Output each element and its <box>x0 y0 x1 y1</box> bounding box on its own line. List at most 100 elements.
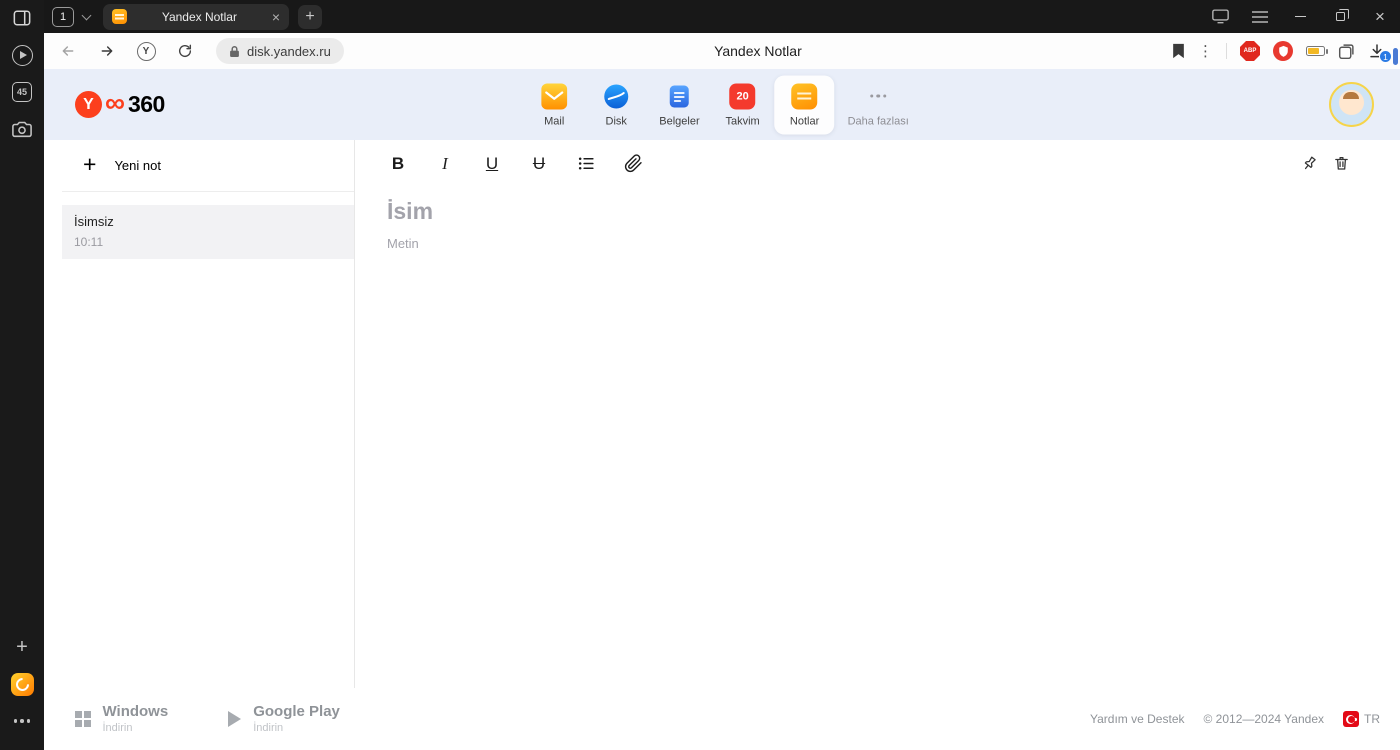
yandex-protect-icon: Y <box>136 41 156 61</box>
note-actions <box>1301 154 1350 172</box>
copy-panels-icon <box>1338 43 1354 59</box>
store-title: Google Play <box>253 702 340 720</box>
delete-note-button[interactable] <box>1333 154 1350 172</box>
google-play-icon <box>228 711 242 727</box>
mail-icon <box>541 83 568 109</box>
menu-button[interactable] <box>1240 0 1280 33</box>
minimize-icon <box>1294 16 1306 17</box>
nav-label: Daha fazlası <box>847 115 909 127</box>
nav-label: Mail <box>544 115 565 127</box>
nav-item-mail[interactable]: Mail <box>524 75 584 134</box>
note-title: İsimsiz <box>74 214 114 229</box>
arrow-right-icon <box>101 46 113 56</box>
shield-extension-button[interactable] <box>1273 41 1293 61</box>
help-link[interactable]: Yardım ve Destek <box>1090 712 1184 726</box>
cast-button[interactable] <box>1200 0 1240 33</box>
lock-icon <box>230 45 239 57</box>
tab-close-icon[interactable]: × <box>272 10 280 24</box>
notes-favicon-icon <box>112 9 127 24</box>
store-title: Windows <box>102 702 169 720</box>
infinity-icon: ∞ <box>105 87 125 119</box>
back-button[interactable] <box>56 43 80 59</box>
yandex-360-logo[interactable]: Y ∞ 360 <box>75 87 165 119</box>
user-avatar[interactable] <box>1329 82 1374 127</box>
language-code: TR <box>1364 712 1380 726</box>
strip-more-button[interactable] <box>8 707 36 735</box>
new-tab-button[interactable]: + <box>298 4 322 29</box>
nav-item-notlar[interactable]: Notlar <box>774 75 835 134</box>
plus-icon: + <box>16 636 28 658</box>
tab-title: Yandex Notlar <box>161 9 237 24</box>
refresh-icon <box>178 44 192 57</box>
adblock-plus-extension-button[interactable]: ABP <box>1240 41 1260 61</box>
nav-label: Disk <box>605 115 627 127</box>
hamburger-icon <box>1252 10 1268 23</box>
battery-button[interactable] <box>1306 46 1328 56</box>
display-icon <box>1211 9 1229 24</box>
disk-icon <box>603 83 629 109</box>
bold-button[interactable]: B <box>387 155 409 172</box>
trash-icon <box>1335 157 1348 170</box>
toolbar-menu-button[interactable]: ⋮ <box>1198 44 1213 59</box>
panels-button[interactable] <box>1338 43 1355 60</box>
windows-download-link[interactable]: Windows İndirin <box>75 702 169 735</box>
services-nav: Mail Disk Belgeler 20 Takvim Notlar Daha… <box>524 75 920 134</box>
yandex-browser-button[interactable] <box>8 670 36 698</box>
page-footer: Windows İndirin Google Play İndirin Yard… <box>44 688 1400 750</box>
yandex-logo-icon: Y <box>75 91 102 118</box>
new-note-button[interactable]: + Yeni not <box>62 140 354 192</box>
tabs-counter-button[interactable]: 45 <box>8 78 36 106</box>
underline-button[interactable]: U <box>481 155 503 172</box>
google-play-download-link[interactable]: Google Play İndirin <box>228 702 340 734</box>
forward-button[interactable] <box>95 43 119 59</box>
strip-add-button[interactable]: + <box>8 633 36 661</box>
sidebar-toggle-button[interactable] <box>8 4 36 32</box>
strikethrough-button[interactable]: U <box>528 155 550 172</box>
screenshot-button[interactable] <box>8 115 36 143</box>
pin-note-button[interactable] <box>1298 151 1322 175</box>
yandex-browser-icon <box>10 672 34 696</box>
downloads-button[interactable]: 1 <box>1368 42 1392 63</box>
close-window-button[interactable]: × <box>1360 0 1400 33</box>
footer-right: Yardım ve Destek © 2012—2024 Yandex TR <box>1090 711 1380 727</box>
store-subtitle: İndirin <box>102 722 133 735</box>
scrollbar-thumb[interactable] <box>1393 48 1398 65</box>
nav-item-belgeler[interactable]: Belgeler <box>648 75 710 134</box>
note-title-input[interactable]: İsim <box>387 198 1350 225</box>
note-body-input[interactable]: Metin <box>387 236 1350 251</box>
language-selector[interactable]: TR <box>1343 711 1380 727</box>
nav-label: Belgeler <box>659 115 700 127</box>
protect-button[interactable]: Y <box>134 41 158 61</box>
nav-item-more[interactable]: Daha fazlası <box>837 75 920 134</box>
nav-label: Notlar <box>789 115 820 127</box>
download-count-badge: 1 <box>1379 50 1392 63</box>
bullet-list-button[interactable] <box>575 154 597 173</box>
more-dots-icon <box>13 719 31 723</box>
play-button[interactable] <box>8 41 36 69</box>
sidebar-panel-icon <box>13 10 31 26</box>
note-list-item[interactable]: İsimsiz 10:11 <box>62 205 354 259</box>
bookmark-button[interactable] <box>1172 43 1185 59</box>
list-icon <box>578 156 594 170</box>
attach-button[interactable] <box>622 153 644 173</box>
address-bar[interactable]: disk.yandex.ru <box>216 38 344 64</box>
app-header: Y ∞ 360 Mail Disk Belgeler 20 Takvim Not… <box>44 69 1400 140</box>
italic-button[interactable]: I <box>434 155 456 172</box>
minimize-button[interactable] <box>1280 0 1320 33</box>
nav-item-disk[interactable]: Disk <box>586 75 646 134</box>
documents-icon <box>666 83 692 109</box>
new-note-label: Yeni not <box>114 158 161 173</box>
nav-item-takvim[interactable]: 20 Takvim <box>713 75 773 134</box>
restore-button[interactable] <box>1320 0 1360 33</box>
chevron-down-icon[interactable] <box>81 10 92 20</box>
toolbar-page-title: Yandex Notlar <box>714 43 802 59</box>
tab-bar: 1 Yandex Notlar × + × <box>44 0 1400 33</box>
tab-yandex-notlar[interactable]: Yandex Notlar × <box>103 3 289 30</box>
pin-icon <box>1304 156 1316 169</box>
calendar-icon: 20 <box>729 83 756 109</box>
arrow-left-icon <box>62 46 74 56</box>
tab-count-box[interactable]: 1 <box>52 6 74 27</box>
notes-sidebar: + Yeni not İsimsiz 10:11 <box>62 140 355 688</box>
turkey-flag-icon <box>1343 711 1359 727</box>
refresh-button[interactable] <box>173 43 197 59</box>
